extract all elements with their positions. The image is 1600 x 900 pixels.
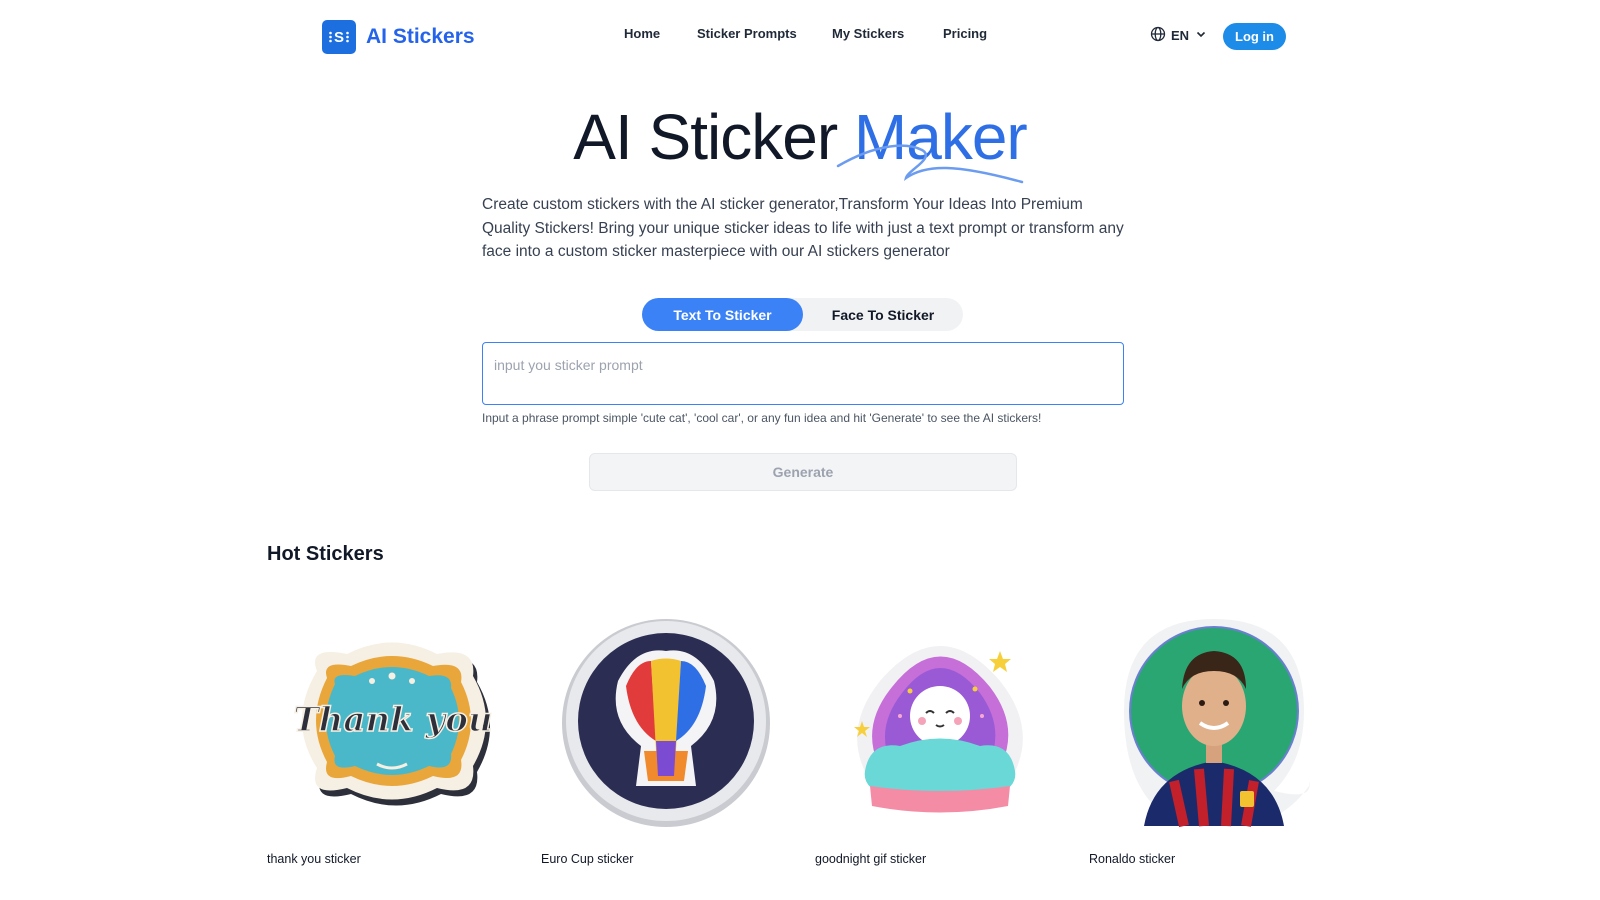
tab-text-to-sticker[interactable]: Text To Sticker xyxy=(642,298,803,331)
nav-sticker-prompts[interactable]: Sticker Prompts xyxy=(697,26,797,41)
sticker-image xyxy=(1089,610,1339,832)
sticker-image xyxy=(541,610,791,832)
page-title: AI Sticker Maker xyxy=(0,100,1600,174)
language-selector[interactable]: EN xyxy=(1150,26,1208,45)
sticker-label: thank you sticker xyxy=(267,852,361,866)
tab-face-to-sticker[interactable]: Face To Sticker xyxy=(803,298,963,331)
login-button[interactable]: Log in xyxy=(1223,23,1286,50)
sticker-card[interactable]: goodnight gif sticker xyxy=(815,610,1065,866)
brand-name: AI Stickers xyxy=(366,25,475,48)
globe-icon xyxy=(1150,26,1166,45)
mode-tabs: Text To Sticker Face To Sticker xyxy=(642,298,963,331)
nav-pricing[interactable]: Pricing xyxy=(943,26,987,41)
svg-text:S: S xyxy=(334,29,344,46)
generate-button[interactable]: Generate xyxy=(589,453,1017,491)
chevron-down-icon xyxy=(1194,27,1208,44)
sticker-label: Euro Cup sticker xyxy=(541,852,634,866)
sticker-label: goodnight gif sticker xyxy=(815,852,927,866)
sticker-card[interactable]: Euro Cup sticker xyxy=(541,610,791,866)
sticker-image: Thank you xyxy=(267,610,517,832)
top-header: S AI Stickers Home Sticker Prompts My St… xyxy=(0,0,1600,72)
prompt-hint: Input a phrase prompt simple 'cute cat',… xyxy=(482,411,1042,425)
sticker-image xyxy=(815,610,1065,832)
sticker-label: Ronaldo sticker xyxy=(1089,852,1176,866)
hot-stickers-title: Hot Stickers xyxy=(267,543,384,565)
title-underline-swoosh xyxy=(836,144,1024,184)
sticker-card[interactable]: Ronaldo sticker xyxy=(1089,610,1339,866)
hero-description: Create custom stickers with the AI stick… xyxy=(482,196,1124,260)
nav-home[interactable]: Home xyxy=(624,26,660,41)
sticker-art-text: Thank you xyxy=(293,700,492,740)
title-main: AI Sticker xyxy=(573,101,854,173)
nav-my-stickers[interactable]: My Stickers xyxy=(832,26,904,41)
language-label: EN xyxy=(1171,28,1190,43)
brand[interactable]: S AI Stickers xyxy=(322,20,475,54)
sticker-prompt-input[interactable] xyxy=(482,342,1124,405)
sticker-card[interactable]: Thank you thank you sticker xyxy=(267,610,517,866)
sticker-logo-icon: S xyxy=(322,20,356,54)
